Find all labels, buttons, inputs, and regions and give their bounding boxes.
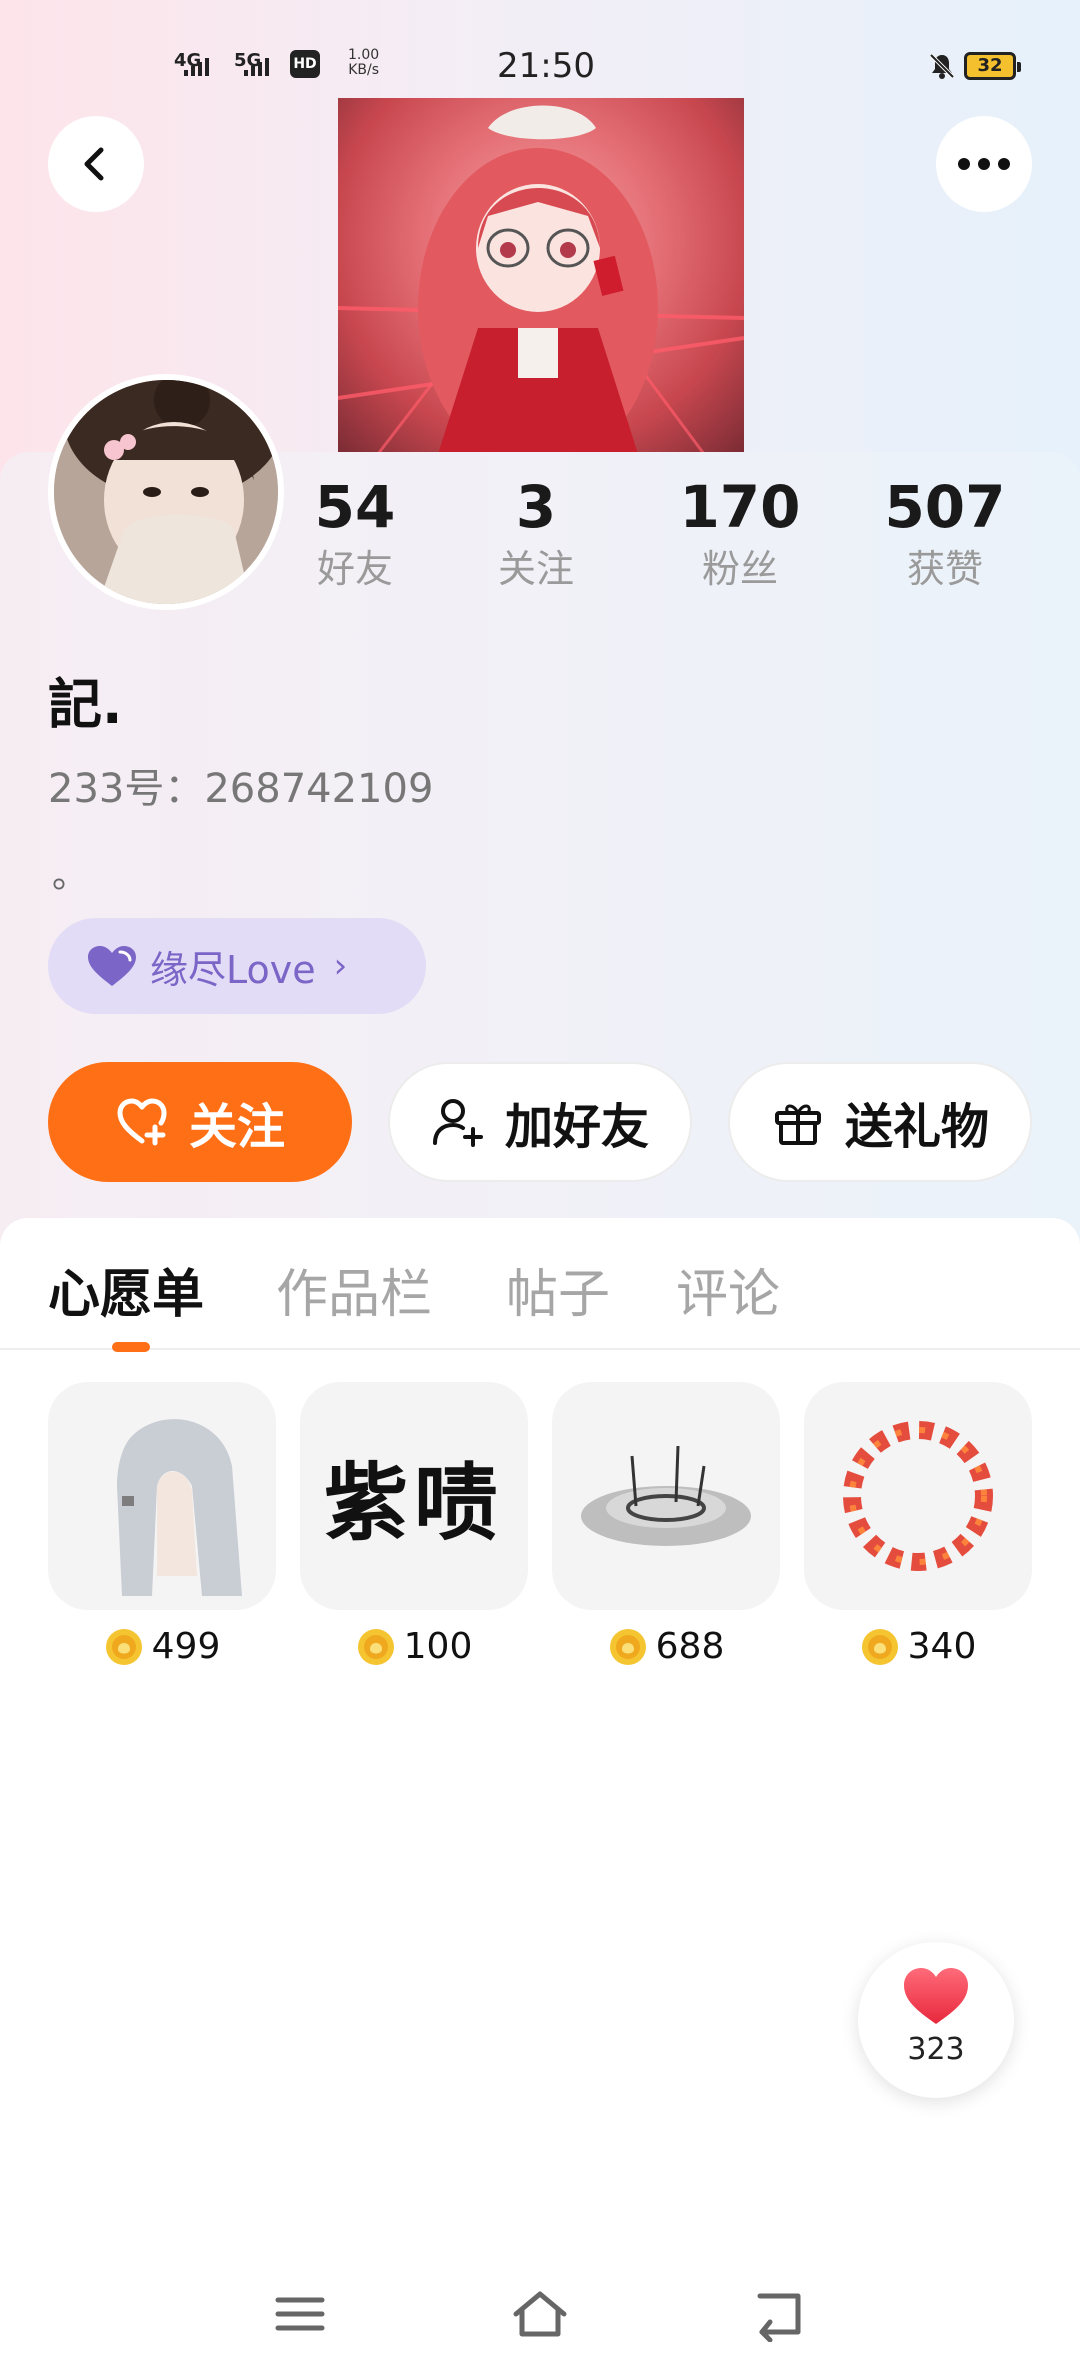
- nickname: 記.: [48, 673, 123, 736]
- tab-wishlist[interactable]: 心愿单: [48, 1252, 204, 1327]
- price-value: 688: [655, 1626, 725, 1667]
- stat-value: 54: [314, 473, 396, 541]
- profile-stats: 54 好友 3 关注 170 粉丝 507 获赞: [300, 470, 1060, 610]
- item-price: 499: [48, 1626, 276, 1667]
- menu-icon[interactable]: [270, 2286, 330, 2342]
- stat-value: 507: [884, 473, 1006, 541]
- home-icon[interactable]: [510, 2286, 570, 2342]
- wishlist-item[interactable]: 340: [804, 1382, 1032, 1667]
- heart-icon: [88, 946, 136, 986]
- effect-item-image: [581, 1445, 751, 1546]
- item-thumbnail: [804, 1382, 1032, 1610]
- status-bar: 4G 5G HD 1.00 KB/s 21:50 32: [0, 40, 1080, 96]
- stat-label: 好友: [316, 547, 393, 591]
- tab-works[interactable]: 作品栏: [276, 1252, 432, 1327]
- item-price: 100: [300, 1626, 528, 1667]
- wishlist-item[interactable]: 688: [552, 1382, 780, 1667]
- add-user-icon: [432, 1099, 483, 1147]
- coin-icon: [357, 1628, 394, 1665]
- add-friend-label: 加好友: [504, 1099, 649, 1155]
- coin-icon: [609, 1628, 646, 1665]
- content-panel: 心愿单 作品栏 帖子 评论 499 紫啧 100 688 340: [0, 1218, 1080, 2376]
- stat-label: 获赞: [906, 547, 983, 591]
- wishlist-item[interactable]: 499: [48, 1382, 276, 1667]
- hair-item-image: [117, 1419, 242, 1596]
- coin-icon: [861, 1628, 898, 1665]
- stat-following[interactable]: 3 关注: [456, 470, 616, 594]
- profile-cover-image[interactable]: [338, 98, 744, 454]
- bell-muted-icon: [929, 53, 955, 79]
- back-button[interactable]: [48, 116, 144, 212]
- stat-value: 170: [679, 473, 801, 541]
- cover-character-illustration: [338, 105, 744, 454]
- stat-label: 关注: [497, 547, 574, 591]
- user-id: 233号：268742109: [48, 766, 434, 812]
- coin-icon: [105, 1628, 142, 1665]
- gift-icon: [774, 1104, 821, 1145]
- like-count: 323: [907, 2032, 965, 2067]
- ring-item-image: [843, 1421, 993, 1571]
- follow-label: 关注: [188, 1099, 285, 1155]
- tab-comments[interactable]: 评论: [676, 1252, 780, 1327]
- tag-label: 缘尽Love: [150, 947, 316, 992]
- system-navigation-bar: [0, 2272, 1080, 2352]
- more-options-button[interactable]: [936, 116, 1032, 212]
- tab-posts[interactable]: 帖子: [506, 1252, 610, 1327]
- stat-likes[interactable]: 507 获赞: [865, 470, 1025, 594]
- add-friend-button[interactable]: 加好友: [388, 1062, 692, 1182]
- wishlist-item[interactable]: 紫啧 100: [300, 1382, 528, 1667]
- price-value: 100: [403, 1626, 473, 1667]
- heart-plus-icon: [117, 1098, 167, 1146]
- item-thumbnail: [48, 1382, 276, 1610]
- clock: 21:50: [497, 46, 595, 86]
- wishlist-grid: 499 紫啧 100 688 340: [48, 1382, 1032, 1682]
- follow-button[interactable]: 关注: [48, 1062, 352, 1182]
- item-price: 688: [552, 1626, 780, 1667]
- text-item-image: 紫啧: [323, 1453, 504, 1552]
- item-price: 340: [804, 1626, 1032, 1667]
- item-thumbnail: [552, 1382, 780, 1610]
- send-gift-button[interactable]: 送礼物: [728, 1062, 1032, 1182]
- stat-value: 3: [515, 473, 557, 541]
- stat-label: 粉丝: [701, 547, 778, 591]
- bio: 。: [52, 855, 89, 896]
- stat-friends[interactable]: 54 好友: [275, 470, 435, 594]
- avatar[interactable]: [48, 374, 284, 610]
- like-button[interactable]: 323: [858, 1942, 1014, 2098]
- more-dots-icon: [958, 158, 1010, 170]
- chevron-right-icon: ›: [333, 946, 348, 986]
- battery-icon: 32: [964, 52, 1021, 80]
- send-gift-label: 送礼物: [844, 1099, 989, 1155]
- chevron-left-icon: [84, 147, 104, 181]
- price-value: 499: [151, 1626, 221, 1667]
- active-tab-indicator: [112, 1342, 150, 1352]
- heart-icon: [904, 1968, 968, 2024]
- profile-tabs: 心愿单 作品栏 帖子 评论: [0, 1218, 1080, 1352]
- price-value: 340: [907, 1626, 977, 1667]
- stat-fans[interactable]: 170 粉丝: [660, 470, 820, 594]
- relationship-tag[interactable]: 缘尽Love ›: [48, 918, 426, 1014]
- item-thumbnail: 紫啧: [300, 1382, 528, 1610]
- back-nav-icon[interactable]: [750, 2286, 810, 2342]
